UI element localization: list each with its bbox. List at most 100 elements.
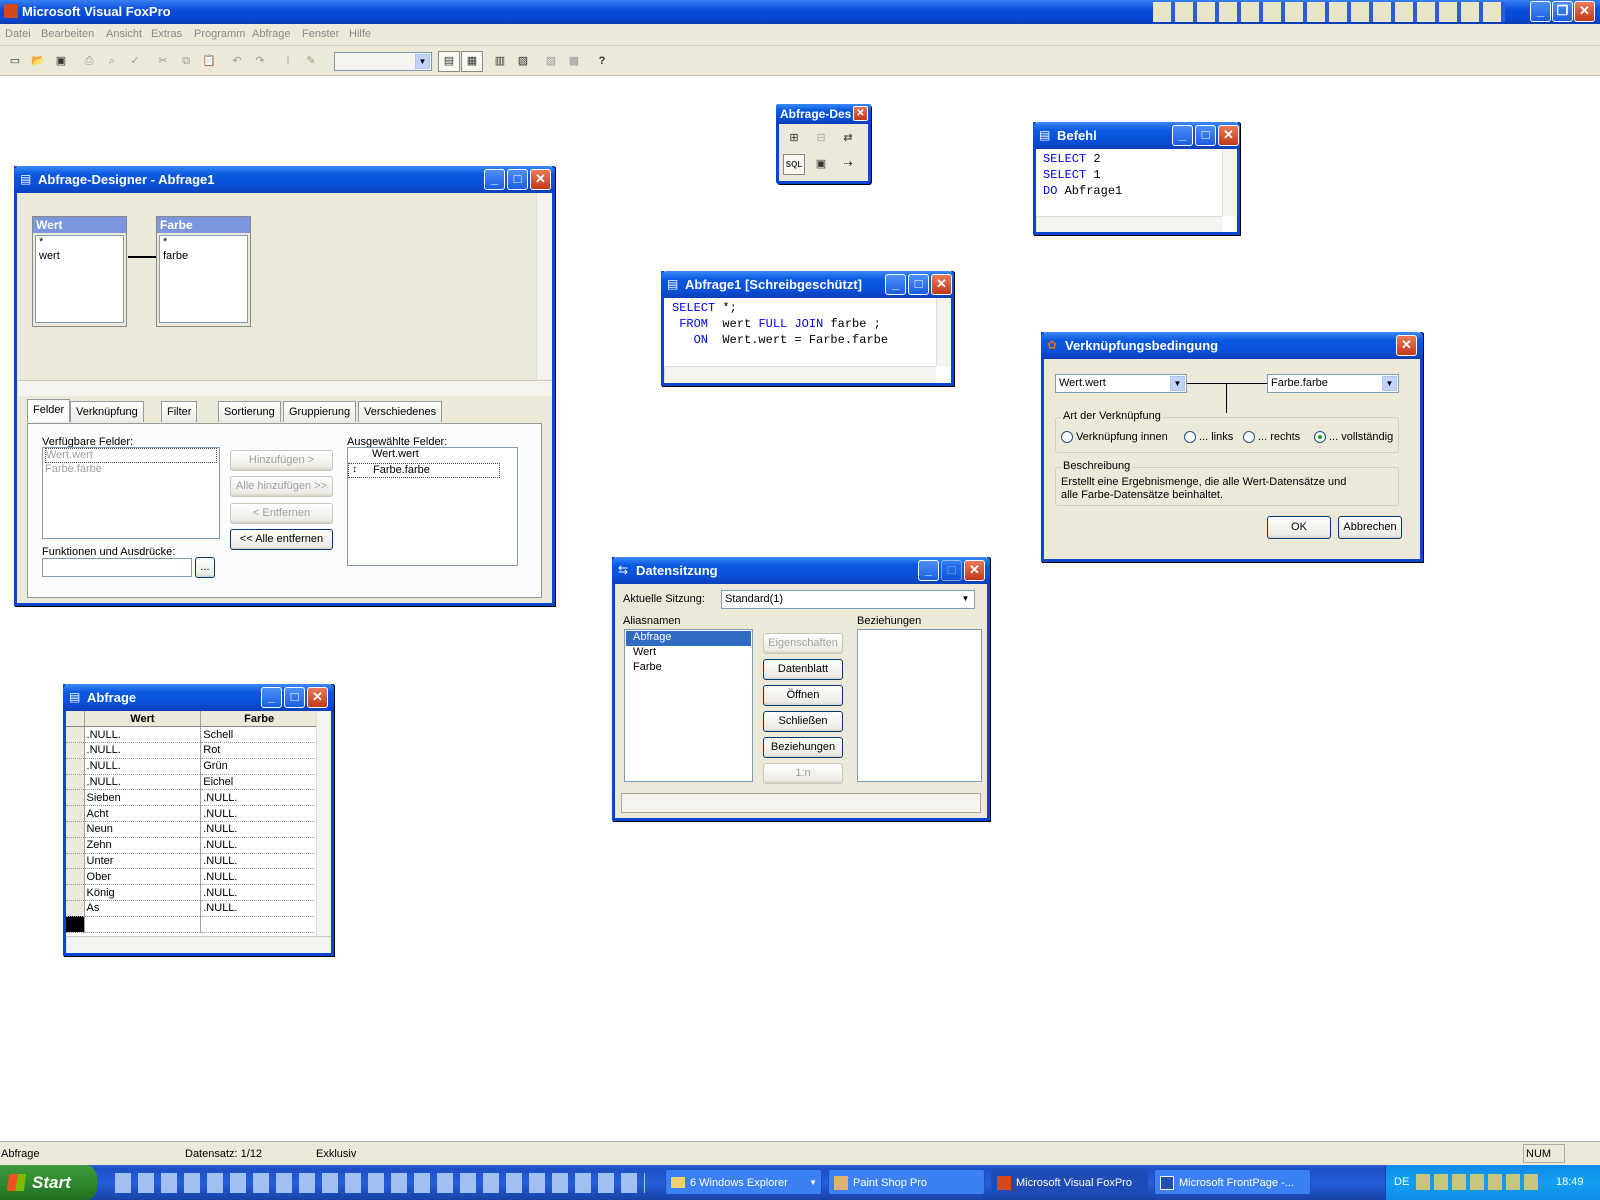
row-selector[interactable] (66, 774, 85, 791)
close-button[interactable]: ✕ (530, 169, 551, 190)
table-row[interactable]: Neun .NULL. (66, 821, 318, 838)
menu-item-0[interactable]: Datei (5, 28, 31, 40)
cell-wert[interactable]: .NULL. (84, 758, 202, 775)
add-all-button[interactable]: Alle hinzufügen >> (230, 476, 333, 497)
alias-item[interactable]: Abfrage (626, 631, 751, 646)
modify-icon[interactable]: ✎ (300, 51, 322, 72)
tab-sortierung[interactable]: Sortierung (218, 401, 281, 422)
expression-input[interactable] (42, 558, 192, 577)
maximize-button[interactable]: □ (1195, 125, 1216, 146)
right-field-combo[interactable]: Farbe.farbe ▼ (1267, 374, 1399, 393)
available-fields-list[interactable]: Wert.wert Farbe.farbe (42, 447, 220, 539)
spellcheck-icon[interactable]: ✓ (124, 51, 146, 72)
cell-wert[interactable]: Ober (84, 868, 202, 886)
row-selector[interactable] (66, 884, 85, 902)
table-row[interactable]: Zehn .NULL. (66, 837, 318, 854)
cell-farbe[interactable]: Grün (200, 758, 318, 775)
session-button-0[interactable]: Eigenschaften (763, 633, 843, 654)
cell-farbe[interactable]: Eichel (200, 774, 318, 791)
session-button-4[interactable]: Beziehungen (763, 737, 843, 758)
cell-wert[interactable]: König (84, 884, 202, 902)
database-combo[interactable]: ▼ (334, 52, 432, 71)
cell-wert[interactable]: .NULL. (84, 726, 202, 744)
table-row[interactable]: .NULL. Grün (66, 758, 318, 775)
close-button[interactable]: ✕ (1574, 1, 1595, 22)
row-selector[interactable] (66, 726, 85, 744)
run-icon[interactable]: ! (277, 51, 299, 72)
close-button[interactable]: ✕ (1396, 335, 1417, 356)
paste-icon[interactable]: 📋 (198, 51, 220, 72)
minimize-button[interactable]: _ (1172, 125, 1193, 146)
list-item[interactable]: ↕ Farbe.farbe (348, 463, 500, 478)
row-selector[interactable] (66, 853, 85, 870)
tab-gruppierung[interactable]: Gruppierung (283, 401, 357, 422)
cell-farbe[interactable]: .NULL. (200, 805, 318, 823)
taskbar-item-frontpage[interactable]: Microsoft FrontPage -... (1154, 1169, 1311, 1195)
column-header-farbe[interactable]: Farbe (200, 711, 318, 728)
menu-item-7[interactable]: Hilfe (349, 28, 371, 40)
autoform-icon[interactable]: ▨ (540, 51, 562, 72)
vertical-scrollbar[interactable] (1222, 149, 1237, 216)
minimize-button[interactable]: _ (885, 274, 906, 295)
taskbar-item-foxpro[interactable]: Microsoft Visual FoxPro (991, 1169, 1148, 1195)
menu-item-5[interactable]: Abfrage (252, 28, 291, 40)
menu-item-2[interactable]: Ansicht (106, 28, 142, 40)
field-item[interactable]: farbe (163, 247, 244, 266)
list-item[interactable]: Farbe.farbe (45, 463, 217, 478)
minimize-button[interactable]: _ (918, 560, 939, 581)
horizontal-scrollbar[interactable] (66, 936, 331, 953)
cell-wert[interactable]: As (84, 900, 202, 917)
save-icon[interactable]: ▣ (50, 51, 72, 72)
table-row[interactable]: Sieben .NULL. (66, 789, 318, 807)
alias-item[interactable]: Wert (626, 646, 751, 661)
aliases-list[interactable]: Abfrage Wert Farbe (624, 629, 753, 782)
ok-button[interactable]: OK (1267, 516, 1331, 539)
row-selector[interactable] (66, 805, 85, 823)
vertical-scrollbar[interactable] (536, 193, 552, 379)
start-button[interactable]: Start (0, 1165, 97, 1200)
horizontal-scrollbar[interactable] (1036, 216, 1222, 232)
command-window-icon[interactable]: ▤ (438, 51, 460, 72)
view-window-icon[interactable]: ▦ (461, 51, 483, 72)
tab-verknüpfung[interactable]: Verknüpfung (70, 401, 144, 422)
cell-wert[interactable]: Acht (84, 805, 202, 823)
join-option-label[interactable]: ... vollständig (1329, 431, 1393, 443)
form-wizard-icon[interactable]: ▥ (489, 51, 511, 72)
field-item[interactable]: * (39, 237, 120, 248)
move-handle-icon[interactable]: ↕ (352, 464, 357, 475)
field-item[interactable]: * (163, 237, 244, 248)
minimize-button[interactable]: _ (1530, 1, 1551, 22)
list-item[interactable]: Wert.wert (348, 448, 517, 463)
expression-builder-button[interactable]: ... (195, 557, 215, 578)
field-list[interactable]: * farbe (159, 235, 248, 323)
redo-icon[interactable]: ↷ (249, 51, 271, 72)
cell-farbe[interactable]: .NULL. (200, 868, 318, 886)
join-option-label[interactable]: Verknüpfung innen (1076, 431, 1168, 443)
maximize-button[interactable]: □ (507, 169, 528, 190)
cancel-button[interactable]: Abbrechen (1338, 516, 1402, 539)
join-option-radio[interactable] (1184, 431, 1196, 443)
cell-wert[interactable]: Unter (84, 853, 202, 870)
vertical-scrollbar[interactable] (316, 711, 331, 936)
menu-item-4[interactable]: Programm (194, 28, 245, 40)
maximize-button[interactable]: □ (941, 560, 962, 581)
remove-button[interactable]: < Entfernen (230, 503, 333, 524)
cell-wert[interactable]: Zehn (84, 837, 202, 854)
row-selector[interactable] (66, 758, 85, 775)
minimize-button[interactable]: _ (261, 687, 282, 708)
remove-table-icon[interactable]: ⊟ (810, 128, 832, 149)
relations-list[interactable] (857, 629, 982, 782)
table-row[interactable]: Ober .NULL. (66, 868, 318, 886)
menu-item-1[interactable]: Bearbeiten (41, 28, 94, 40)
maximize-view-icon[interactable]: ▣ (810, 154, 832, 175)
maximize-button[interactable]: □ (908, 274, 929, 295)
table-row[interactable]: .NULL. Eichel (66, 774, 318, 791)
menu-item-6[interactable]: Fenster (302, 28, 339, 40)
table-row[interactable]: .NULL. Schell (66, 726, 318, 744)
help-icon[interactable]: ? (591, 51, 613, 72)
session-button-2[interactable]: Öffnen (763, 685, 843, 706)
table-row[interactable]: Unter .NULL. (66, 853, 318, 870)
add-join-icon[interactable]: ⇄ (837, 128, 859, 149)
close-button[interactable]: ✕ (1218, 125, 1239, 146)
left-field-combo[interactable]: Wert.wert ▼ (1055, 374, 1187, 393)
